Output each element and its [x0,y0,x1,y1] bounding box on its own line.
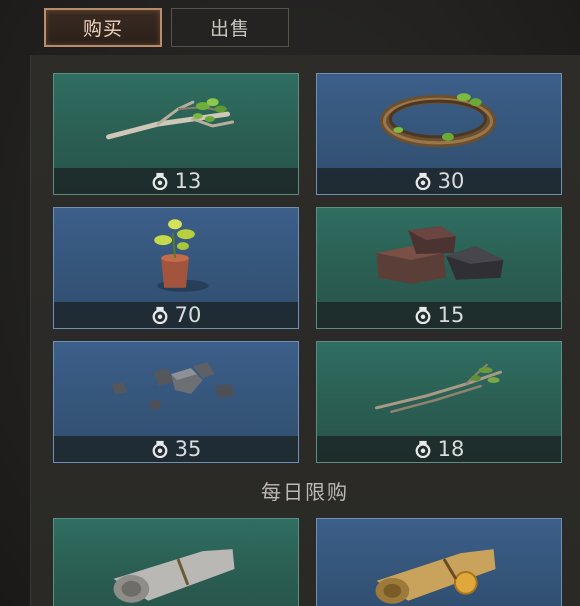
shop-item-branch[interactable]: 13 [53,73,299,195]
shop-item-gold-scroll[interactable] [316,518,562,606]
shop-item-coal[interactable]: 15 [316,207,562,329]
daily-limit-title: 每日限购 [261,480,349,504]
shop-item-vine-wreath[interactable]: 30 [316,73,562,195]
gold-scroll-icon [375,549,496,604]
price-bar: 18 [317,436,561,462]
price-bar: 30 [317,168,561,194]
medal-coin-icon [415,440,431,458]
twigs-icon [375,363,502,414]
vine-wreath-icon [379,93,497,148]
gray-scroll-icon [113,549,235,603]
tab-buy[interactable]: 购买 [44,8,162,47]
price-value: 18 [437,437,465,461]
shop-item-iron-ore[interactable]: 35 [53,341,299,463]
price-bar: 35 [54,436,298,462]
price-value: 13 [174,169,202,193]
tab-sell[interactable]: 出售 [171,8,289,47]
price-bar: 13 [54,168,298,194]
medal-coin-icon [152,172,168,190]
price-value: 70 [174,303,202,327]
iron-ore-icon [111,362,235,410]
shop-item-twigs[interactable]: 18 [316,341,562,463]
medal-coin-icon [415,306,431,324]
medal-coin-icon [152,440,168,458]
price-bar: 15 [317,302,561,328]
sapling-icon [154,219,209,292]
medal-coin-icon [152,306,168,324]
coal-icon [376,226,504,284]
shop-item-gray-scroll[interactable] [53,518,299,606]
shop-item-sapling[interactable]: 70 [53,207,299,329]
price-value: 15 [437,303,465,327]
price-value: 30 [437,169,465,193]
price-bar: 70 [54,302,298,328]
medal-coin-icon [415,172,431,190]
branch-icon [106,98,235,140]
price-value: 35 [174,437,202,461]
shop-tabs: 购买 出售 [44,8,289,47]
